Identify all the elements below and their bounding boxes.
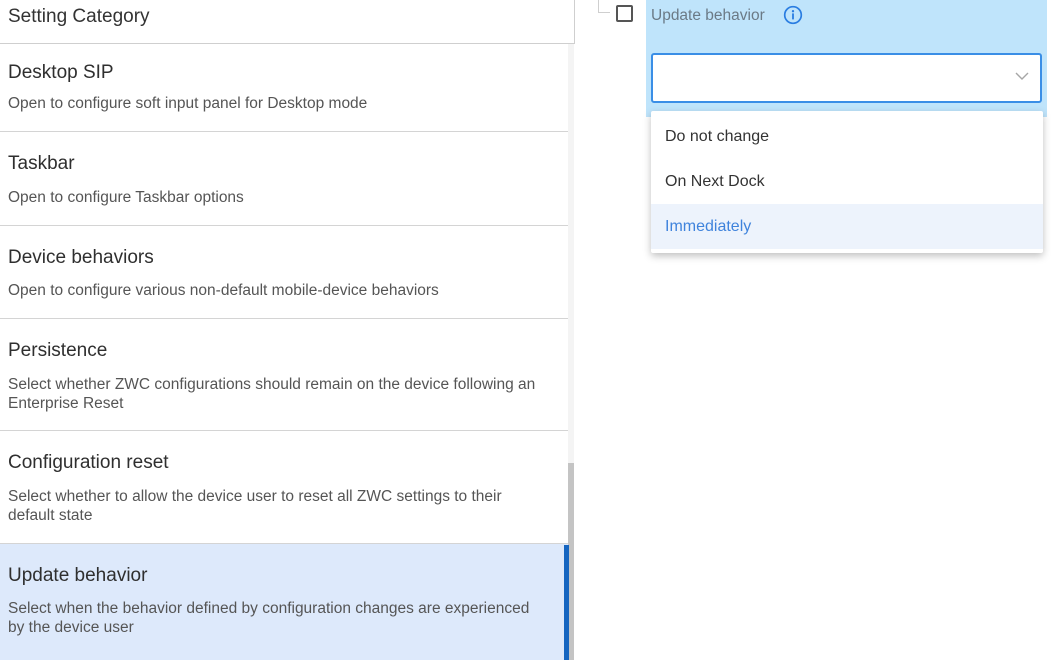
category-title: Desktop SIP — [8, 62, 114, 83]
category-item-taskbar[interactable]: Taskbar Open to configure Taskbar option… — [0, 132, 568, 226]
category-description: Select when the behavior defined by conf… — [8, 600, 530, 636]
category-title: Device behaviors — [8, 247, 154, 268]
category-item-device-behaviors[interactable]: Device behaviors Open to configure vario… — [0, 226, 568, 319]
category-title: Configuration reset — [8, 452, 169, 473]
option-do-not-change[interactable]: Do not change — [651, 114, 1043, 159]
category-description: Select whether ZWC configurations should… — [8, 376, 536, 412]
dropdown-menu: Do not change On Next Dock Immediately — [651, 111, 1043, 253]
tree-connector-vertical — [598, 0, 599, 12]
update-behavior-select[interactable] — [651, 53, 1042, 103]
setting-category-panel: Setting Category Desktop SIP Open to con… — [0, 0, 577, 660]
category-title: Update behavior — [8, 565, 148, 586]
category-title: Taskbar — [8, 153, 75, 174]
category-description: Open to configure various non-default mo… — [8, 282, 439, 299]
panel-header: Setting Category — [0, 0, 575, 44]
category-item-update-behavior[interactable]: Update behavior Select when the behavior… — [0, 544, 568, 660]
info-circle-icon[interactable] — [783, 5, 803, 25]
category-description: Select whether to allow the device user … — [8, 488, 502, 524]
setting-label: Update behavior — [651, 7, 765, 24]
category-item-configuration-reset[interactable]: Configuration reset Select whether to al… — [0, 431, 568, 544]
panel-header-title: Setting Category — [8, 6, 150, 27]
category-item-persistence[interactable]: Persistence Select whether ZWC configura… — [0, 319, 568, 431]
category-description: Open to configure soft input panel for D… — [8, 95, 368, 112]
category-item-desktop-sip[interactable]: Desktop SIP Open to configure soft input… — [0, 44, 568, 132]
option-immediately[interactable]: Immediately — [651, 204, 1043, 249]
category-list: Desktop SIP Open to configure soft input… — [0, 44, 568, 660]
category-title: Persistence — [8, 340, 108, 361]
option-on-next-dock[interactable]: On Next Dock — [651, 159, 1043, 204]
update-behavior-checkbox[interactable] — [616, 5, 633, 22]
chevron-down-icon[interactable] — [1014, 71, 1030, 81]
active-item-indicator — [564, 545, 569, 660]
tree-connector-horizontal — [598, 12, 610, 13]
category-description: Open to configure Taskbar options — [8, 189, 244, 206]
